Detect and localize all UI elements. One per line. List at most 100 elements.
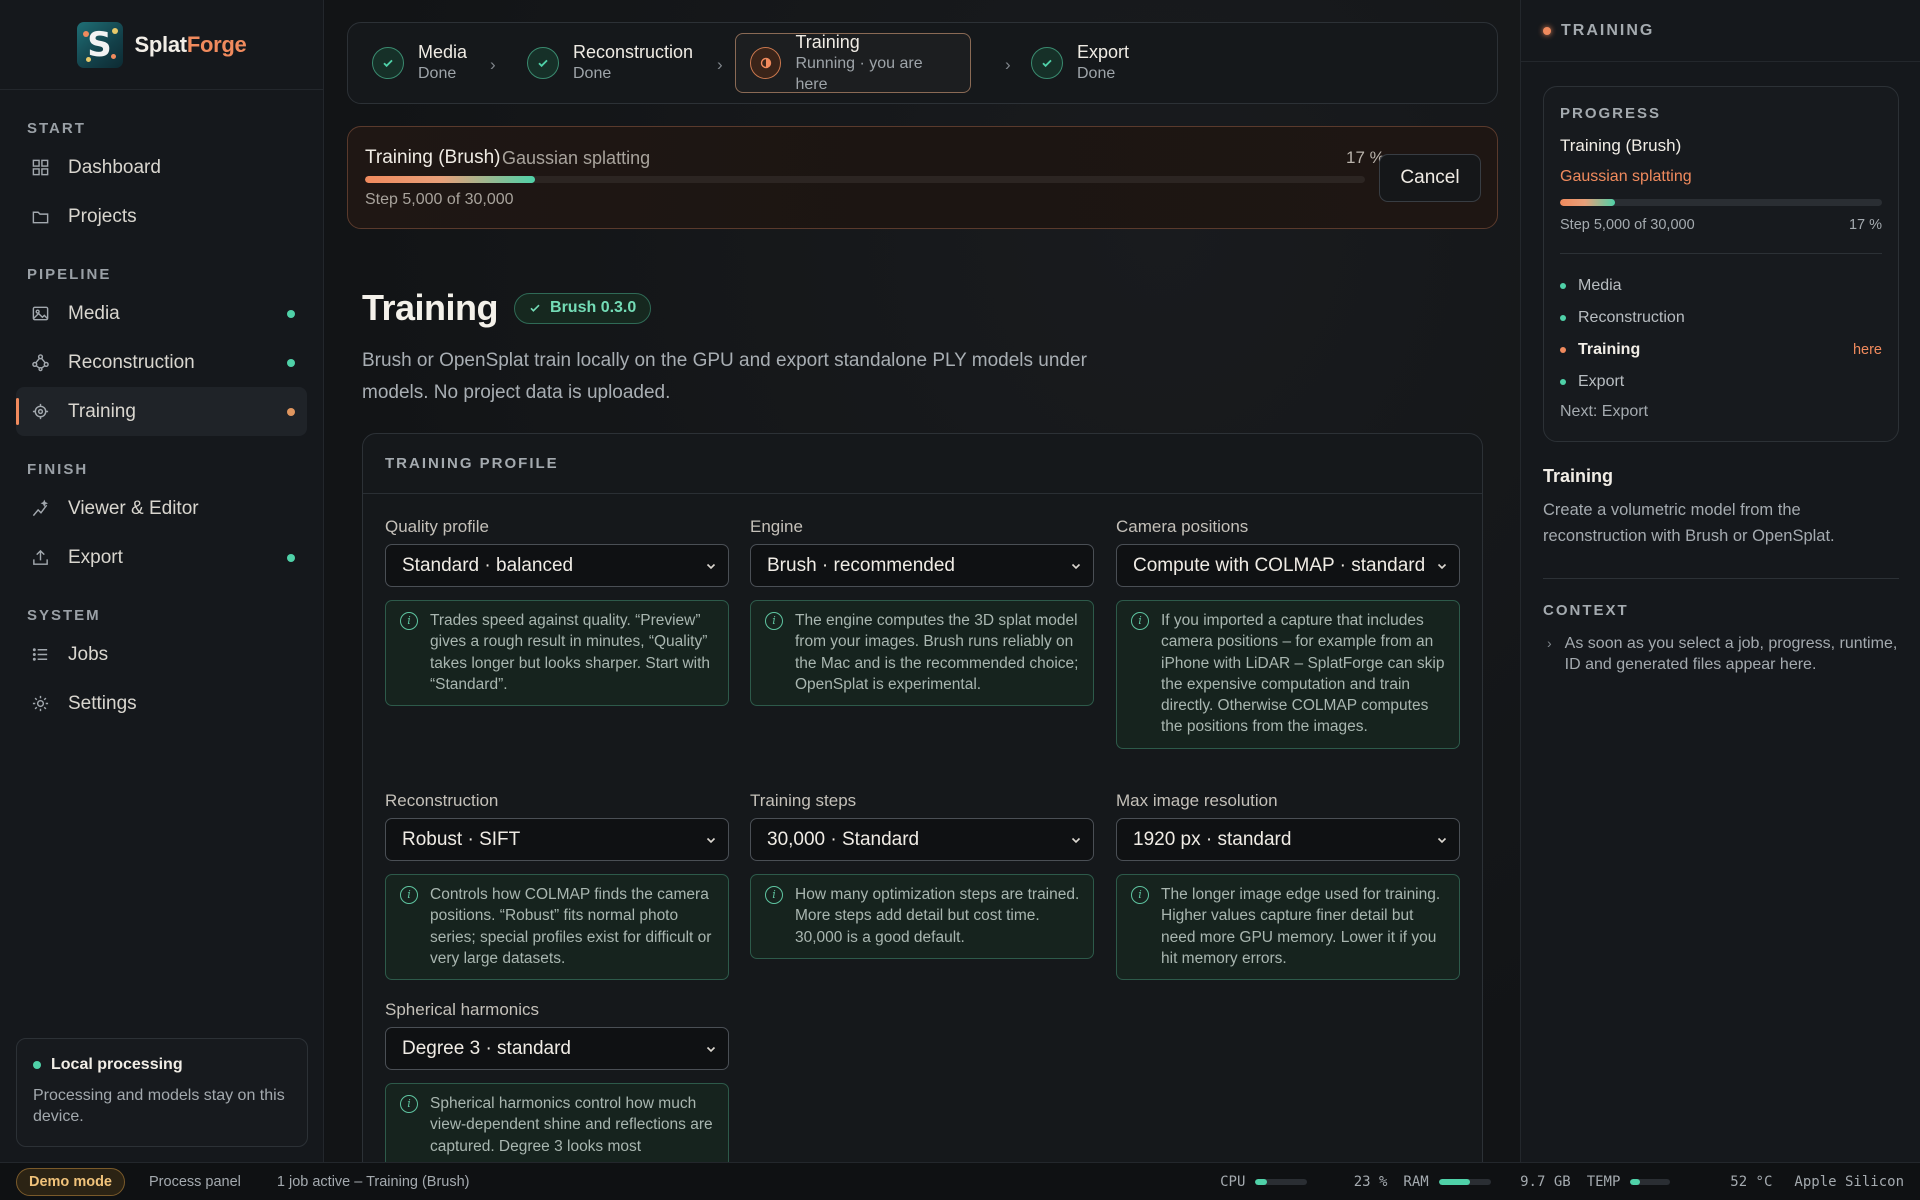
section-description: Create a volumetric model from the recon… xyxy=(1543,501,1835,545)
sidebar: S SplatForge START Dashboard Projects PI… xyxy=(0,0,324,1162)
meter-value: 9.7 GB xyxy=(1520,1174,1571,1190)
spherical-harmonics-select[interactable]: Degree 3 · standard xyxy=(385,1027,729,1070)
brand[interactable]: S SplatForge xyxy=(0,0,323,90)
sidebar-item-jobs[interactable]: Jobs xyxy=(16,630,307,679)
cancel-button[interactable]: Cancel xyxy=(1379,154,1481,202)
sidebar-item-label: Reconstruction xyxy=(68,351,195,373)
field-label: Engine xyxy=(750,517,803,536)
list-item: Reconstruction xyxy=(1560,302,1882,334)
check-icon xyxy=(530,304,540,312)
chevron-down-icon xyxy=(1071,563,1081,569)
local-processing-text: Processing and models stay on this devic… xyxy=(33,1087,285,1125)
sidebar-item-label: Media xyxy=(68,302,120,324)
info-icon: i xyxy=(400,886,418,904)
check-icon xyxy=(1031,47,1063,79)
training-steps-field: Training steps 30,000 · Standard i How m… xyxy=(750,791,1094,959)
progress-step: Step 5,000 of 30,000 xyxy=(1560,217,1695,233)
demo-mode-badge[interactable]: Demo mode xyxy=(16,1167,125,1196)
meter-bar xyxy=(1255,1179,1308,1185)
step-label: Reconstruction xyxy=(573,42,694,62)
sidebar-item-dashboard[interactable]: Dashboard xyxy=(16,143,307,192)
status-dot-done xyxy=(287,309,295,318)
sidebar-item-label: Viewer & Editor xyxy=(68,497,199,519)
next-step: Next: Export xyxy=(1560,403,1649,420)
list-item-label: Media xyxy=(1578,277,1622,294)
divider xyxy=(1543,578,1899,579)
chevron-down-icon xyxy=(1437,563,1447,569)
step-status: Running · you are here xyxy=(795,54,923,93)
sidebar-item-settings[interactable]: Settings xyxy=(16,679,307,728)
hint-text: Controls how COLMAP finds the camera pos… xyxy=(430,886,712,967)
sidebar-item-media[interactable]: Media xyxy=(16,289,307,338)
gear-icon xyxy=(30,694,50,714)
hint-box: i The longer image edge used for trainin… xyxy=(1116,874,1460,981)
logo-dot xyxy=(110,53,116,59)
sidebar-item-reconstruction[interactable]: Reconstruction xyxy=(16,338,307,387)
status-dot-running xyxy=(1543,26,1551,35)
grid-icon xyxy=(30,158,50,178)
list-item-label: Export xyxy=(1578,373,1625,390)
sidebar-item-viewer[interactable]: Viewer & Editor xyxy=(16,484,307,533)
camera-positions-select[interactable]: Compute with COLMAP · standard xyxy=(1116,544,1460,587)
step-export[interactable]: Export Done xyxy=(1017,33,1143,93)
upload-icon xyxy=(30,548,50,568)
process-panel-title: TRAINING xyxy=(1561,21,1655,39)
select-value: 1920 px · standard xyxy=(1133,828,1292,850)
meter-fill xyxy=(1255,1179,1268,1185)
ram-meter: RAM 9.7 GB xyxy=(1403,1174,1570,1190)
step-status: Done xyxy=(1077,65,1116,82)
engine-field: Engine Brush · recommended i The engine … xyxy=(750,517,1094,707)
nav-section-pipeline: PIPELINE xyxy=(27,266,112,283)
status-dot-done xyxy=(287,358,295,367)
hint-text: If you imported a capture that includes … xyxy=(1161,612,1445,736)
active-jobs-text: 1 job active – Training (Brush) xyxy=(276,1173,470,1190)
process-panel: TRAINING PROGRESS Training (Brush) Gauss… xyxy=(1520,0,1920,1162)
local-title-text: Local processing xyxy=(51,1056,183,1073)
hint-text: The engine computes the 3D splat model f… xyxy=(795,612,1079,693)
chevron-down-icon xyxy=(706,563,716,569)
step-reconstruction[interactable]: Reconstruction Done xyxy=(513,33,707,93)
status-dot-running xyxy=(1560,347,1566,353)
sidebar-item-label: Export xyxy=(68,546,123,568)
info-icon: i xyxy=(1131,886,1149,904)
status-dot-running xyxy=(287,407,295,416)
process-panel-link[interactable]: Process panel xyxy=(149,1174,241,1190)
local-processing-card: Local processing Processing and models s… xyxy=(16,1038,308,1147)
status-dot-done xyxy=(1560,283,1566,289)
select-value: Degree 3 · standard xyxy=(402,1037,571,1059)
section-title: Training xyxy=(1543,466,1614,486)
progress-bar xyxy=(365,176,1365,183)
version-badge: Brush 0.3.0 xyxy=(514,292,652,324)
chevron-right-icon: › xyxy=(717,55,723,74)
nav-section-start: START xyxy=(27,120,86,137)
progress-summary-card: PROGRESS Training (Brush) Gaussian splat… xyxy=(1543,86,1899,442)
context-item[interactable]: › As soon as you select a job, progress,… xyxy=(1543,633,1899,675)
hint-box: i How many optimization steps are traine… xyxy=(750,874,1094,959)
step-training[interactable]: Training Running · you are here xyxy=(735,32,971,93)
check-icon xyxy=(527,47,559,79)
version-badge-text: Brush 0.3.0 xyxy=(550,299,637,316)
progress-bar-fill xyxy=(365,176,535,183)
sidebar-item-projects[interactable]: Projects xyxy=(16,192,307,241)
chevron-right-icon: › xyxy=(1005,55,1011,74)
engine-select[interactable]: Brush · recommended xyxy=(750,544,1094,587)
max-resolution-select[interactable]: 1920 px · standard xyxy=(1116,818,1460,861)
meter-value: 23 % xyxy=(1353,1174,1388,1190)
context-heading: CONTEXT xyxy=(1543,602,1629,619)
quality-profile-select[interactable]: Standard · balanced xyxy=(385,544,729,587)
logo: S xyxy=(76,21,123,68)
status-dot-done xyxy=(1560,315,1566,321)
half-circle-icon xyxy=(750,47,782,79)
cpu-meter: CPU 23 % xyxy=(1220,1174,1387,1190)
list-item: Export xyxy=(1560,366,1882,398)
step-status: Done xyxy=(573,65,612,82)
training-steps-select[interactable]: 30,000 · Standard xyxy=(750,818,1094,861)
sidebar-item-export[interactable]: Export xyxy=(16,533,307,582)
logo-letter: S xyxy=(87,24,112,65)
sidebar-item-training[interactable]: Training xyxy=(16,387,307,436)
step-media[interactable]: Media Done xyxy=(358,33,481,93)
hint-text: The longer image edge used for training.… xyxy=(1161,886,1441,967)
status-dot-done xyxy=(1560,379,1566,385)
reconstruction-select[interactable]: Robust · SIFT xyxy=(385,818,729,861)
hint-text: Trades speed against quality. “Preview” … xyxy=(430,612,711,693)
